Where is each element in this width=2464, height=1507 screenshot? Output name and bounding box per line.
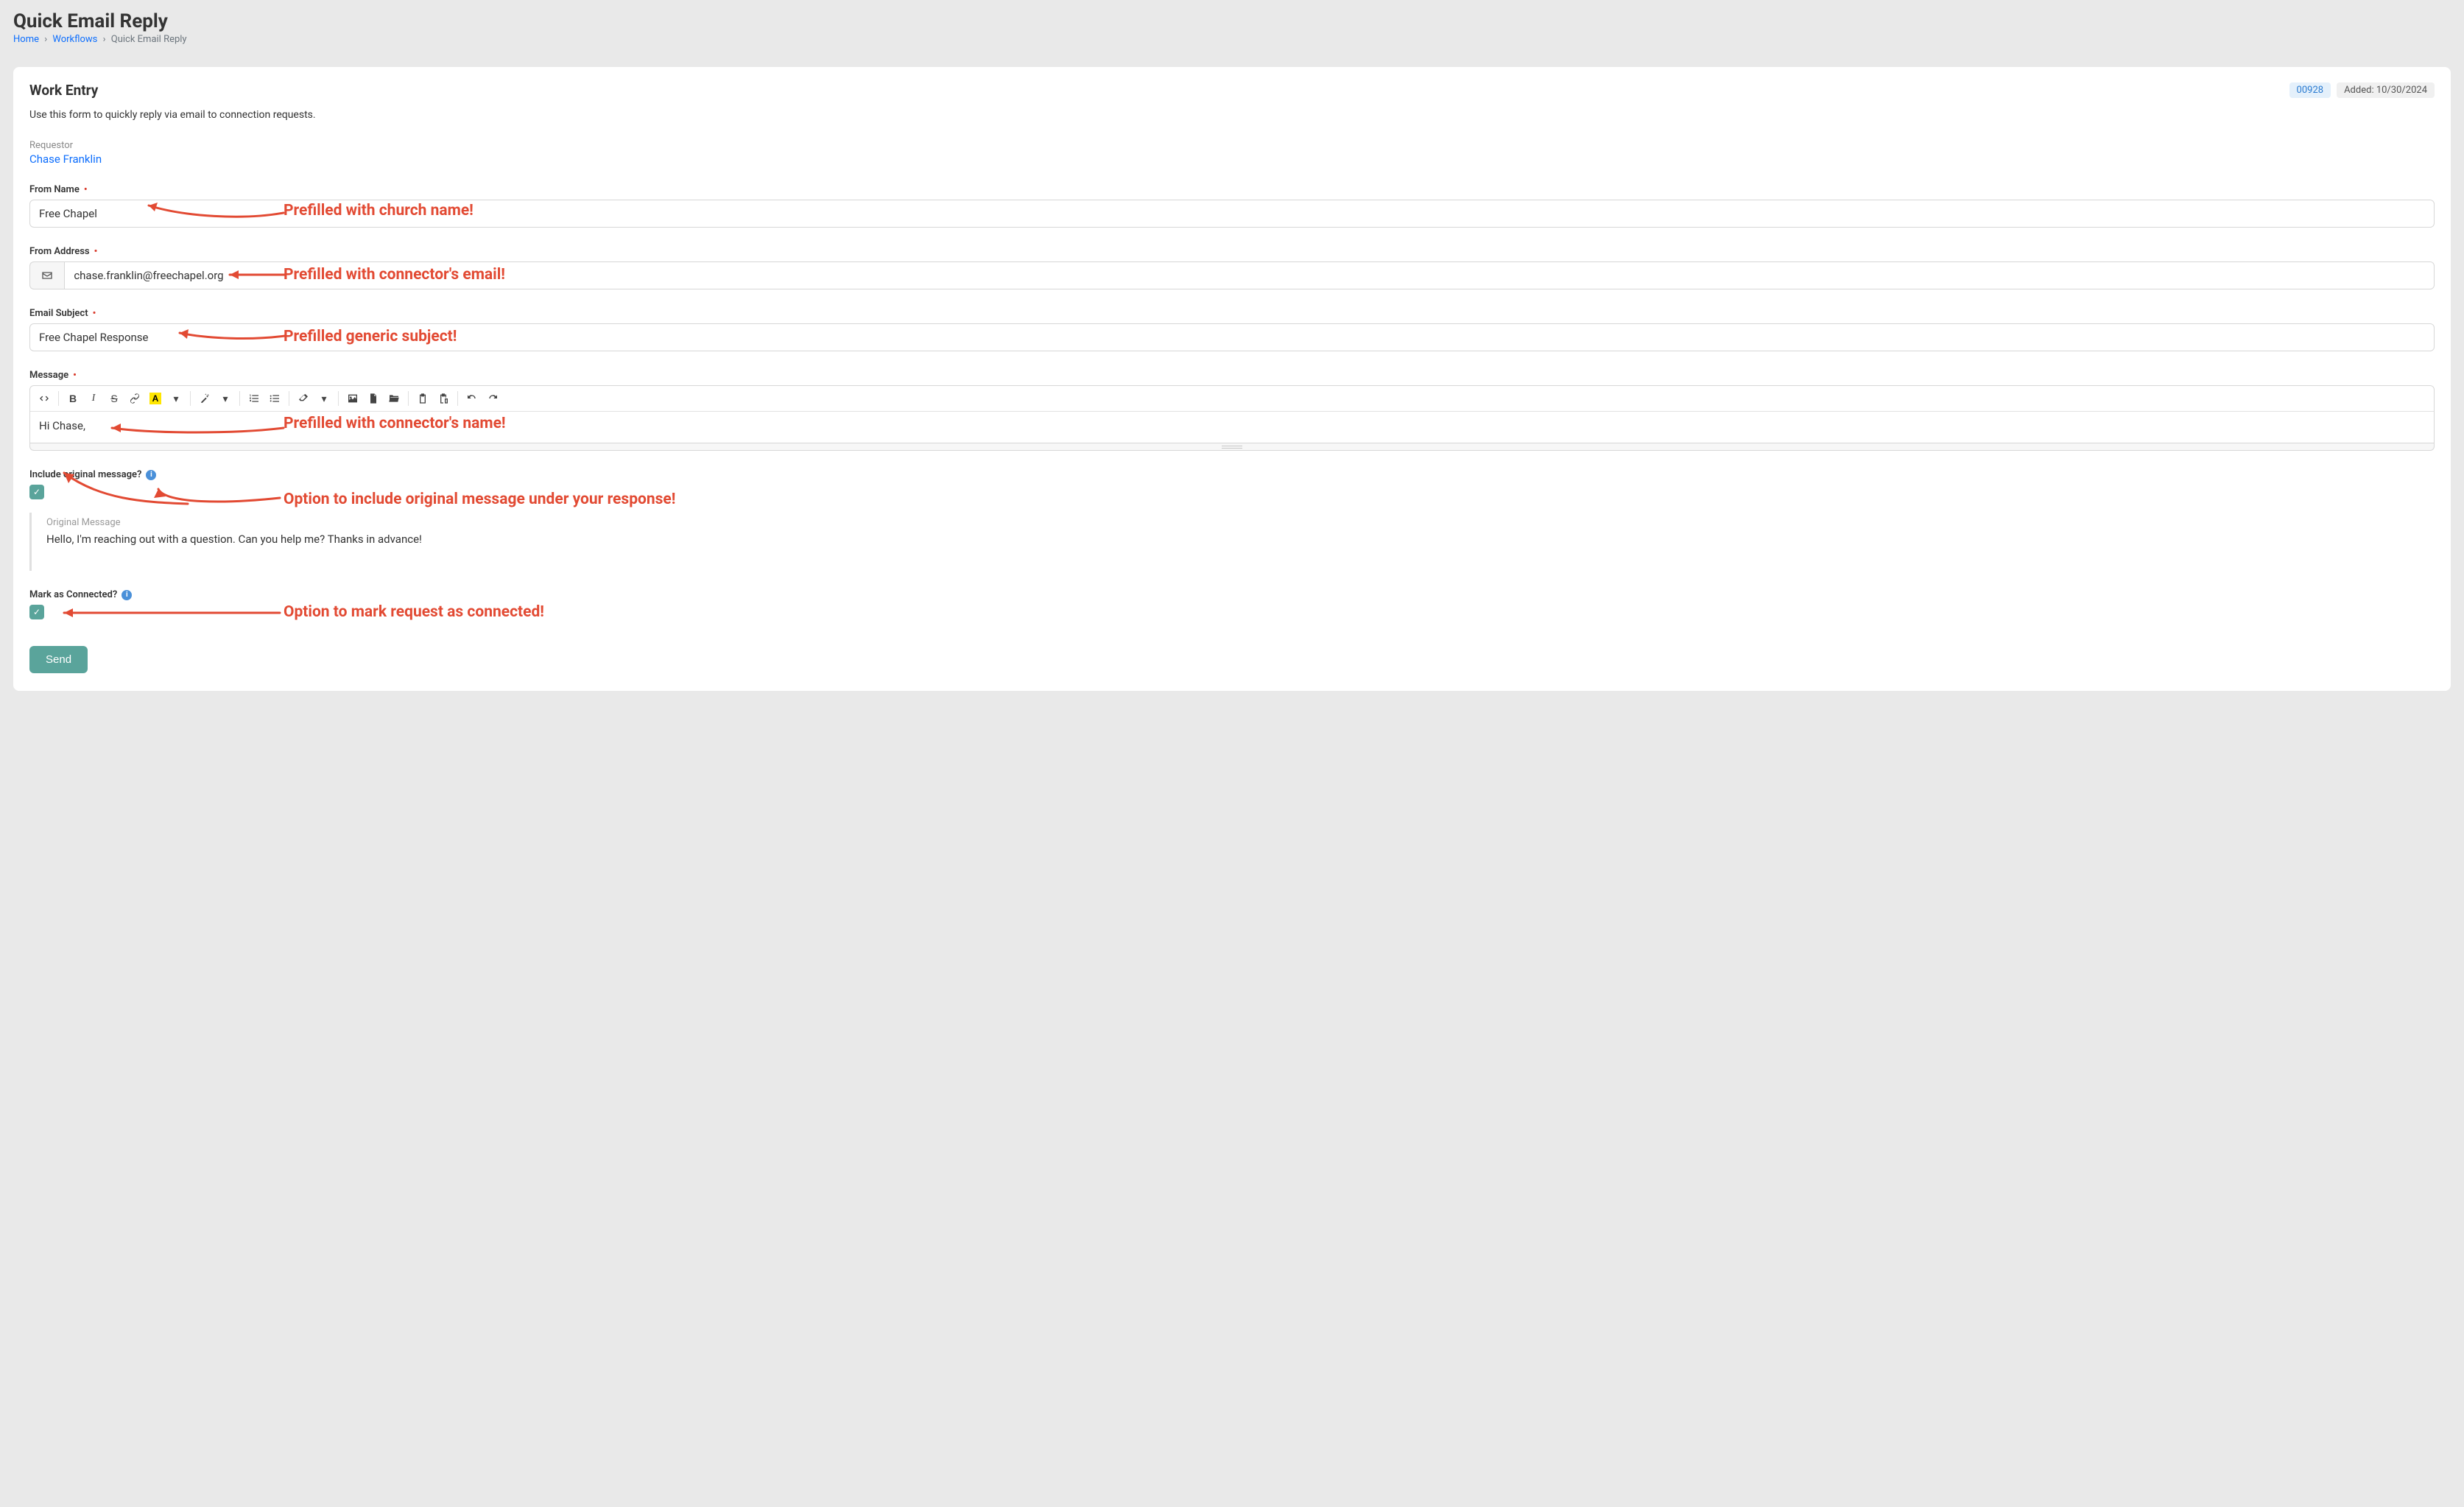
- added-date-badge: Added: 10/30/2024: [2337, 82, 2435, 98]
- requestor-label: Requestor: [29, 140, 2435, 151]
- clipboard-icon[interactable]: [413, 389, 432, 408]
- editor-resize-handle[interactable]: [29, 443, 2435, 451]
- code-view-icon[interactable]: [35, 389, 54, 408]
- image-icon[interactable]: [343, 389, 362, 408]
- include-original-checkbox[interactable]: ✓: [29, 485, 44, 499]
- italic-icon[interactable]: I: [84, 389, 103, 408]
- page-title: Quick Email Reply: [13, 10, 2451, 32]
- work-entry-panel: Work Entry 00928 Added: 10/30/2024 Use t…: [13, 67, 2451, 691]
- from-address-label: From Address•: [29, 246, 97, 257]
- text-color-icon[interactable]: A: [146, 389, 165, 408]
- magic-wand-icon[interactable]: [195, 389, 214, 408]
- link-icon[interactable]: [125, 389, 144, 408]
- file-icon[interactable]: [364, 389, 383, 408]
- message-editor: B I S A ▾ ▾: [29, 385, 2435, 443]
- redo-icon[interactable]: [483, 389, 502, 408]
- include-original-label: Include original message? i: [29, 469, 156, 480]
- strike-icon[interactable]: S: [105, 389, 124, 408]
- ordered-list-icon[interactable]: [244, 389, 264, 408]
- breadcrumb-current: Quick Email Reply: [111, 34, 187, 45]
- original-message-block: Original Message Hello, I'm reaching out…: [29, 513, 2435, 571]
- dropdown-icon[interactable]: ▾: [216, 389, 235, 408]
- eraser-icon[interactable]: [294, 389, 313, 408]
- required-icon: •: [73, 370, 77, 381]
- breadcrumb-workflows[interactable]: Workflows: [52, 34, 97, 45]
- editor-toolbar: B I S A ▾ ▾: [30, 386, 2434, 412]
- requestor-link[interactable]: Chase Franklin: [29, 152, 102, 166]
- folder-open-icon[interactable]: [384, 389, 404, 408]
- message-label: Message•: [29, 370, 77, 381]
- subject-input[interactable]: [29, 323, 2435, 351]
- bold-icon[interactable]: B: [63, 389, 82, 408]
- from-name-label: From Name•: [29, 184, 88, 195]
- workflow-id-badge[interactable]: 00928: [2289, 82, 2331, 98]
- message-body[interactable]: Hi Chase,: [30, 412, 2434, 443]
- breadcrumb: Home › Workflows › Quick Email Reply: [13, 34, 2451, 45]
- chevron-right-icon: ›: [103, 34, 106, 45]
- info-icon[interactable]: i: [146, 470, 156, 480]
- required-icon: •: [94, 246, 98, 257]
- chevron-right-icon: ›: [44, 34, 47, 45]
- panel-title: Work Entry: [29, 82, 98, 99]
- required-icon: •: [84, 184, 88, 195]
- original-message-title: Original Message: [46, 517, 2435, 528]
- unordered-list-icon[interactable]: [265, 389, 284, 408]
- envelope-icon: [29, 261, 64, 289]
- from-name-input[interactable]: [29, 200, 2435, 228]
- mark-connected-checkbox[interactable]: ✓: [29, 605, 44, 619]
- info-icon[interactable]: i: [122, 590, 132, 600]
- mark-connected-label: Mark as Connected? i: [29, 589, 132, 600]
- send-button[interactable]: Send: [29, 646, 88, 673]
- panel-intro: Use this form to quickly reply via email…: [29, 109, 2435, 121]
- from-address-input[interactable]: [64, 261, 2435, 289]
- required-icon: •: [93, 308, 96, 319]
- breadcrumb-home[interactable]: Home: [13, 34, 39, 45]
- dropdown-icon[interactable]: ▾: [314, 389, 334, 408]
- dropdown-icon[interactable]: ▾: [166, 389, 186, 408]
- undo-icon[interactable]: [462, 389, 482, 408]
- subject-label: Email Subject•: [29, 308, 96, 319]
- original-message-text: Hello, I'm reaching out with a question.…: [46, 533, 2435, 546]
- paste-icon[interactable]: [434, 389, 453, 408]
